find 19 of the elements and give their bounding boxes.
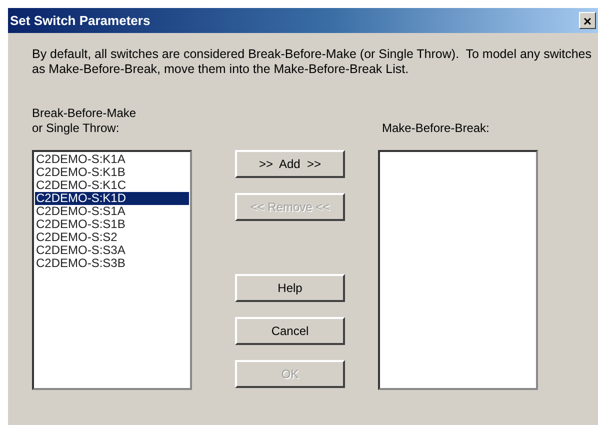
description-text: By default, all switches are considered Break-Before-Make (or Single Throw). To model any switches as Make-Before-Break, move them into the Make-Before-Break List. <box>32 47 592 77</box>
list-label: Break-Before-Make or Single Throw: <box>32 106 138 136</box>
close-button[interactable]: × <box>579 12 596 29</box>
list-item[interactable]: C2DEMO-S:K1C <box>35 179 189 192</box>
break-before-make-list[interactable]: C2DEMO-S:K1A C2DEMO-S:K1B C2DEMO-S:K1C C2DEMO-S:K1D C2DEMO-S:S1A C2DEMO-S:S1B C2DEMO-S:S2 C2DEMO-S:S3A C2DEMO-S:S3B <box>32 150 192 390</box>
list-item[interactable]: C2DEMO-S:S1B <box>35 218 189 231</box>
list-item[interactable]: C2DEMO-S:K1D <box>35 192 189 205</box>
dialog-button[interactable]: Cancel <box>235 317 345 345</box>
add-button[interactable]: >> Add >> <box>235 150 345 178</box>
list-item[interactable]: C2DEMO-S:K1B <box>35 166 189 179</box>
list-item[interactable]: C2DEMO-S:S3B <box>35 257 189 270</box>
list-item[interactable]: C2DEMO-S:K1A <box>35 153 189 166</box>
list-label: Make-Before-Break: <box>381 120 490 136</box>
dialog-button[interactable]: Help <box>235 274 345 302</box>
list-item[interactable]: C2DEMO-S:S3A <box>35 244 189 257</box>
list-item[interactable]: C2DEMO-S:S1A <box>35 205 189 218</box>
make-before-break-list[interactable] <box>378 150 538 390</box>
list-item[interactable]: C2DEMO-S:S2 <box>35 231 189 244</box>
window-title: Set Switch Parameters <box>10 13 150 28</box>
